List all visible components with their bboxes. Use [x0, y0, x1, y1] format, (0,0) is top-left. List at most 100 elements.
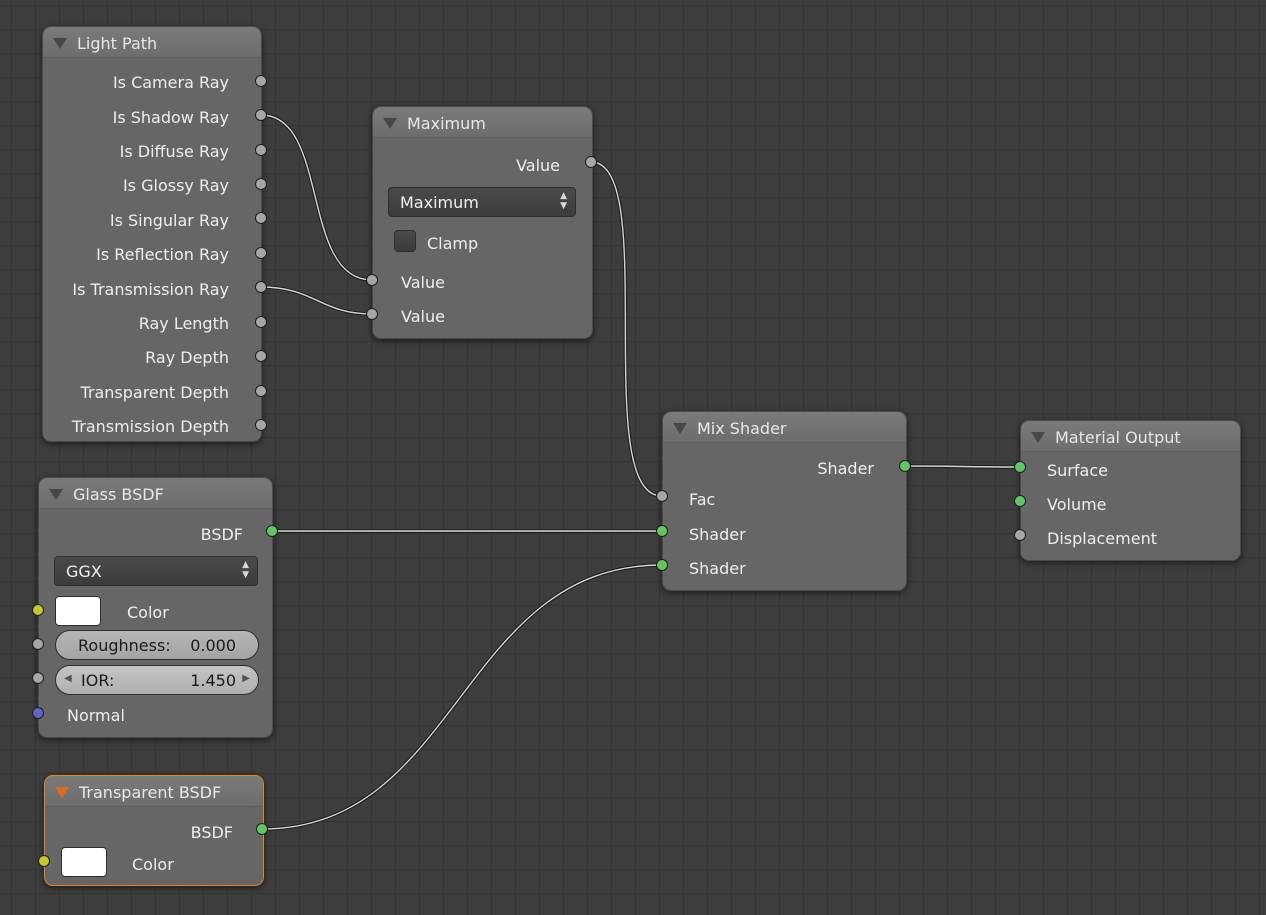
input-socket[interactable]: [656, 559, 668, 571]
input-socket[interactable]: [1014, 495, 1026, 507]
input-label: Shader: [689, 559, 746, 578]
output-label: Is Shadow Ray: [112, 108, 229, 127]
mix-shader-node[interactable]: Mix Shader Shader Fac Shader Shader: [662, 411, 907, 591]
node-header[interactable]: Glass BSDF: [39, 478, 272, 509]
node-title: Material Output: [1055, 428, 1181, 447]
output-label: Is Camera Ray: [112, 73, 229, 92]
link-transparent-to-shader2: [261, 563, 663, 831]
output-label: Is Reflection Ray: [96, 245, 229, 264]
input-label: Value: [401, 273, 445, 292]
output-socket[interactable]: [899, 460, 911, 472]
input-socket[interactable]: [32, 707, 44, 719]
output-label: Ray Depth: [145, 348, 229, 367]
decrement-arrow-icon[interactable]: ◀: [64, 673, 72, 684]
node-title: Mix Shader: [697, 419, 787, 438]
input-socket[interactable]: [366, 308, 378, 320]
output-socket[interactable]: [255, 385, 267, 397]
increment-arrow-icon[interactable]: ▶: [242, 673, 250, 684]
clamp-checkbox[interactable]: [394, 230, 416, 252]
input-socket[interactable]: [32, 604, 44, 616]
node-editor[interactable]: Light Path Is Camera Ray Is Shadow Ray I…: [0, 0, 1266, 915]
input-socket[interactable]: [32, 638, 44, 650]
input-label: Value: [401, 307, 445, 326]
updown-arrows-icon: ▲ ▼: [242, 560, 249, 580]
input-socket[interactable]: [1014, 461, 1026, 473]
node-title: Maximum: [407, 114, 486, 133]
roughness-label: Roughness:: [78, 636, 171, 655]
input-label: Shader: [689, 525, 746, 544]
node-header[interactable]: Maximum: [373, 107, 592, 138]
node-title: Glass BSDF: [73, 485, 164, 504]
operation-dropdown[interactable]: Maximum ▲ ▼: [388, 187, 576, 217]
output-socket[interactable]: [266, 525, 278, 537]
output-socket[interactable]: [255, 212, 267, 224]
output-label: Transparent Depth: [80, 383, 229, 402]
color-label: Color: [127, 603, 169, 622]
color-label: Color: [132, 855, 174, 874]
ior-label: IOR:: [81, 671, 115, 690]
input-socket[interactable]: [656, 525, 668, 537]
ior-field[interactable]: ◀ IOR: 1.450 ▶: [55, 665, 259, 695]
output-socket[interactable]: [255, 178, 267, 190]
distribution-dropdown[interactable]: GGX ▲ ▼: [54, 556, 258, 586]
collapse-triangle-icon[interactable]: [673, 423, 687, 434]
link-shadow-to-max-a: [260, 113, 373, 282]
output-label: Is Glossy Ray: [122, 176, 229, 195]
roughness-value: 0.000: [190, 636, 236, 655]
link-max-to-fac: [590, 160, 663, 498]
collapse-triangle-icon[interactable]: [383, 118, 397, 129]
collapse-triangle-icon[interactable]: [49, 489, 63, 500]
input-socket[interactable]: [366, 274, 378, 286]
output-label: Shader: [817, 459, 874, 478]
input-label: Volume: [1047, 495, 1107, 514]
output-socket[interactable]: [255, 75, 267, 87]
output-label: BSDF: [190, 823, 233, 842]
clamp-label: Clamp: [427, 234, 479, 253]
collapse-triangle-icon[interactable]: [1031, 432, 1045, 443]
input-label: Surface: [1047, 461, 1108, 480]
link-mix-to-surface: [904, 464, 1021, 469]
node-header[interactable]: Light Path: [43, 27, 261, 58]
updown-arrows-icon: ▲ ▼: [560, 191, 567, 211]
link-transmission-to-max-b: [260, 285, 373, 316]
output-label: Is Singular Ray: [109, 211, 229, 230]
roughness-slider[interactable]: Roughness: 0.000: [55, 630, 259, 660]
output-socket[interactable]: [255, 281, 267, 293]
output-socket[interactable]: [255, 144, 267, 156]
input-socket[interactable]: [32, 672, 44, 684]
input-label: Displacement: [1047, 529, 1157, 548]
input-socket[interactable]: [38, 855, 50, 867]
output-label: Is Diffuse Ray: [119, 142, 229, 161]
color-swatch[interactable]: [61, 847, 107, 877]
output-socket[interactable]: [255, 109, 267, 121]
node-title: Light Path: [77, 34, 158, 53]
ior-value: 1.450: [190, 671, 236, 690]
collapse-triangle-icon[interactable]: [53, 38, 67, 49]
node-title: Transparent BSDF: [79, 783, 222, 802]
output-socket[interactable]: [255, 316, 267, 328]
input-socket[interactable]: [1014, 529, 1026, 541]
transparent-bsdf-node[interactable]: Transparent BSDF BSDF Color: [44, 775, 264, 886]
node-header[interactable]: Mix Shader: [663, 412, 906, 443]
node-header[interactable]: Material Output: [1021, 421, 1240, 452]
output-label: Is Transmission Ray: [72, 280, 229, 299]
input-socket[interactable]: [656, 490, 668, 502]
maximum-node[interactable]: Maximum Value Maximum ▲ ▼ Clamp Value Val…: [372, 106, 593, 339]
output-socket[interactable]: [255, 247, 267, 259]
output-socket[interactable]: [255, 350, 267, 362]
collapse-triangle-icon[interactable]: [55, 787, 69, 798]
output-socket[interactable]: [256, 823, 268, 835]
dropdown-value: Maximum: [400, 193, 479, 212]
node-header[interactable]: Transparent BSDF: [45, 776, 263, 807]
output-label: Value: [516, 156, 560, 175]
output-socket[interactable]: [255, 419, 267, 431]
light-path-node[interactable]: Light Path Is Camera Ray Is Shadow Ray I…: [42, 26, 262, 442]
glass-bsdf-node[interactable]: Glass BSDF BSDF GGX ▲ ▼ Color Roughness: …: [38, 477, 273, 738]
output-label: Ray Length: [138, 314, 229, 333]
output-label: Transmission Depth: [71, 417, 229, 436]
material-output-node[interactable]: Material Output Surface Volume Displacem…: [1020, 420, 1241, 561]
color-swatch[interactable]: [55, 596, 101, 626]
output-socket[interactable]: [585, 156, 597, 168]
dropdown-value: GGX: [66, 562, 102, 581]
normal-label: Normal: [67, 706, 125, 725]
